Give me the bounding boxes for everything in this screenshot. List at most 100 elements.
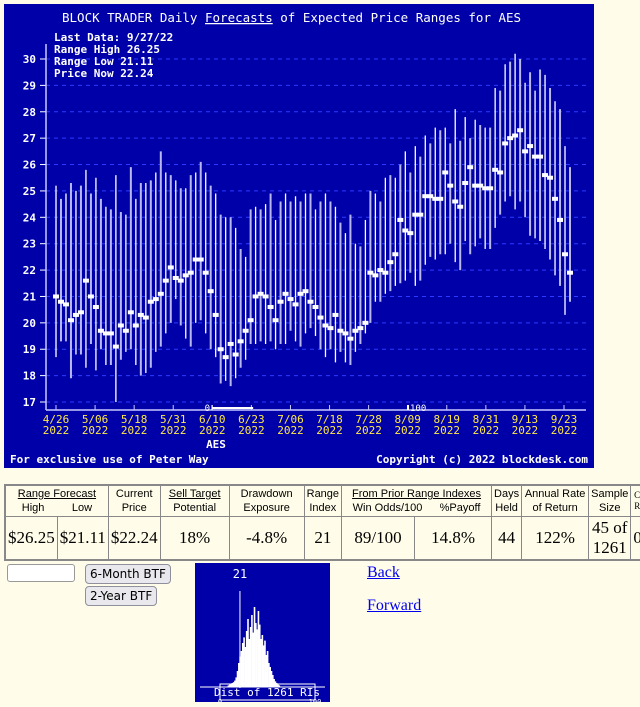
- forecast-stats-table: Range Forecast High Low Current Price Sel…: [4, 484, 640, 561]
- price-marker: [382, 270, 389, 275]
- sample-size-value: 45 of 1261: [588, 516, 632, 561]
- ticker-input[interactable]: [7, 564, 75, 582]
- current-price-value: $22.24: [107, 516, 161, 561]
- price-marker: [207, 289, 214, 294]
- price-marker: [62, 302, 69, 307]
- drawdown-value: -4.8%: [228, 516, 305, 561]
- annual-return-value: 122%: [521, 516, 590, 561]
- price-marker: [407, 231, 414, 236]
- x-tick-label-year: 2022: [434, 424, 461, 437]
- x-tick-label-year: 2022: [121, 424, 148, 437]
- price-marker: [77, 310, 84, 315]
- price-marker: [162, 278, 169, 283]
- annual-return-header: Annual Rate of Return: [521, 484, 590, 517]
- range-index-header: Range Index: [303, 484, 343, 517]
- range-index-value: 21: [303, 516, 343, 561]
- price-marker: [287, 297, 294, 302]
- histogram-current-ri: 21: [233, 567, 247, 581]
- price-marker: [332, 312, 339, 317]
- price-marker: [452, 199, 459, 204]
- y-tick-label: 30: [23, 53, 36, 66]
- sell-target-link[interactable]: Sell Target: [163, 487, 227, 501]
- y-tick-label: 27: [23, 132, 36, 145]
- x-tick-label-year: 2022: [355, 424, 382, 437]
- price-marker: [177, 278, 184, 283]
- x-tick-label-year: 2022: [316, 424, 343, 437]
- price-marker: [537, 154, 544, 159]
- price-marker: [267, 305, 274, 310]
- price-marker: [447, 183, 454, 188]
- price-marker: [277, 299, 284, 304]
- price-marker: [117, 323, 124, 328]
- price-marker: [527, 144, 534, 149]
- sample-size-header: Sample Size: [588, 484, 632, 517]
- payoff-header: %Payoff: [439, 502, 481, 514]
- info-price-now: Price Now 22.24: [54, 67, 154, 80]
- price-marker: [357, 326, 364, 331]
- forecast-chart: 17181920212223242526272829304/2620225/06…: [10, 10, 588, 466]
- price-marker: [152, 297, 159, 302]
- price-marker: [127, 310, 134, 315]
- x-tick-label-year: 2022: [394, 424, 421, 437]
- prior-range-link[interactable]: From Prior Range Indexes: [344, 487, 489, 501]
- price-marker: [107, 331, 114, 336]
- price-marker: [512, 133, 519, 138]
- win-odds-header: Win Odds/100: [352, 502, 423, 514]
- price-marker: [67, 318, 74, 323]
- price-marker: [467, 165, 474, 170]
- y-tick-label: 18: [23, 370, 36, 383]
- two-year-btf-button[interactable]: 2-Year BTF: [85, 586, 158, 606]
- low-header: Low: [71, 502, 93, 514]
- price-marker: [562, 252, 569, 257]
- price-marker: [437, 196, 444, 201]
- x-tick-label-year: 2022: [238, 424, 265, 437]
- forward-link[interactable]: Forward: [367, 597, 421, 615]
- price-marker: [342, 331, 349, 336]
- price-marker: [112, 344, 119, 349]
- price-marker: [282, 291, 289, 296]
- price-marker: [312, 305, 319, 310]
- histogram-axis-end: 100: [309, 698, 322, 702]
- price-marker: [53, 294, 59, 299]
- forecast-chart-panel: 17 18 19 20 21 22 23 24 25 26 27 28 29 30 4/26 2022 5/06…: [4, 4, 594, 468]
- x-tick-label-year: 2022: [160, 424, 187, 437]
- x-axis-label: AES: [206, 438, 226, 451]
- price-marker: [232, 352, 239, 357]
- x-tick-label-year: 2022: [43, 424, 70, 437]
- y-tick-label: 25: [23, 185, 36, 198]
- y-tick-label: 26: [23, 159, 37, 172]
- price-marker: [122, 328, 129, 333]
- sell-target-value: 18%: [159, 516, 230, 561]
- price-marker: [522, 149, 529, 154]
- x-tick-label-year: 2022: [82, 424, 109, 437]
- range-index-end-label: 100: [410, 404, 426, 414]
- histogram-axis-start: 0: [218, 698, 222, 702]
- price-marker: [497, 170, 504, 175]
- price-marker: [292, 302, 299, 307]
- back-link[interactable]: Back: [367, 564, 400, 582]
- price-marker: [487, 186, 494, 191]
- cred-ratio-header: Cred.Ratio: [630, 484, 640, 517]
- price-marker: [557, 217, 564, 222]
- price-marker: [347, 336, 354, 341]
- price-marker: [237, 339, 244, 344]
- y-tick-label: 17: [23, 396, 36, 409]
- forecasts-link[interactable]: Forecasts: [205, 10, 273, 25]
- price-marker: [142, 315, 149, 320]
- days-held-value: 44: [491, 516, 523, 561]
- price-marker: [212, 312, 219, 317]
- price-marker: [417, 212, 424, 217]
- y-tick-label: 22: [23, 264, 36, 277]
- range-index-histogram: 21 Dist of 1261 RIs 0 100: [195, 563, 330, 706]
- price-marker: [222, 355, 229, 360]
- x-tick-label-year: 2022: [199, 424, 226, 437]
- price-marker: [92, 305, 99, 310]
- histogram-label: Dist of 1261 RIs: [214, 686, 320, 699]
- price-marker: [502, 141, 509, 146]
- y-tick-label: 19: [23, 343, 36, 356]
- y-tick-label: 20: [23, 317, 36, 330]
- six-month-btf-button[interactable]: 6-Month BTF: [85, 564, 171, 584]
- range-forecast-link[interactable]: Range Forecast: [8, 487, 106, 501]
- price-marker: [132, 323, 139, 328]
- y-tick-label: 29: [23, 79, 36, 92]
